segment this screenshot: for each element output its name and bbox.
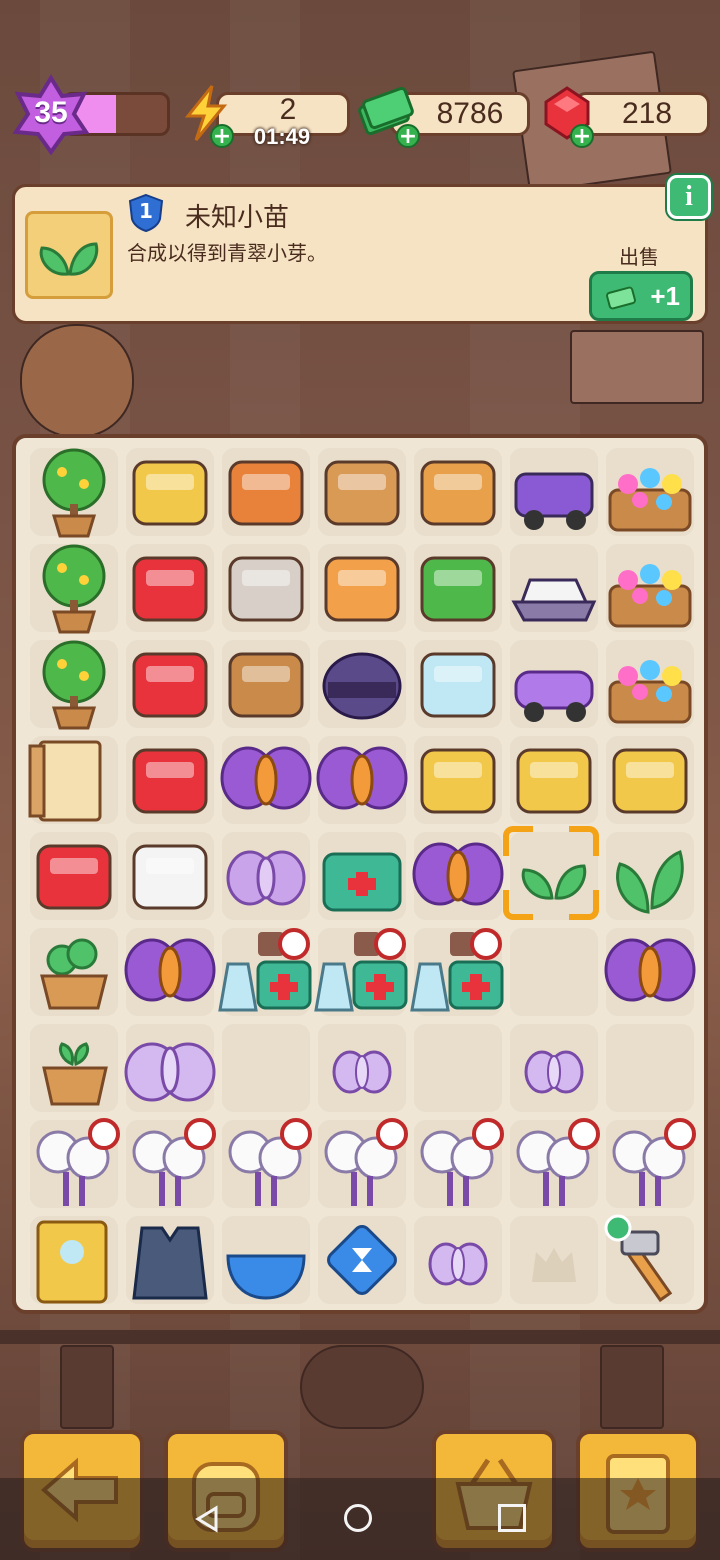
heart-jar-icon[interactable] <box>122 732 218 828</box>
sprout-icon <box>39 242 99 276</box>
fruit-tree-icon[interactable] <box>26 636 122 732</box>
soil-bag-icon[interactable] <box>218 636 314 732</box>
green-leaf-icon[interactable] <box>602 828 698 924</box>
gems-counter[interactable]: 218 <box>574 92 710 136</box>
small-lilac-moth-icon[interactable] <box>410 1212 506 1308</box>
purple-jeep-icon[interactable] <box>506 444 602 540</box>
purple-moth-icon[interactable] <box>602 924 698 1020</box>
medicine-kit-icon[interactable] <box>314 924 410 1020</box>
board-cell[interactable] <box>606 1024 694 1112</box>
medicine-kit-icon[interactable] <box>410 924 506 1020</box>
flower-cart-icon[interactable] <box>602 636 698 732</box>
system-home-icon[interactable] <box>344 1504 372 1532</box>
item-name: 未知小苗 <box>185 203 290 233</box>
fruit-tree-icon[interactable] <box>26 540 122 636</box>
potted-sprout-icon[interactable] <box>26 1020 122 1116</box>
dandelion-icon[interactable] <box>122 1116 218 1212</box>
board-cell[interactable] <box>222 1024 310 1112</box>
sell-label: 出售 <box>619 245 659 269</box>
gems-value: 218 <box>621 97 673 130</box>
selected-item-thumbnail <box>25 211 113 299</box>
wooden-cabinet-icon[interactable] <box>26 732 122 828</box>
yellow-tub-icon[interactable] <box>410 732 506 828</box>
blue-bowl-icon[interactable] <box>218 1212 314 1308</box>
small-lilac-moth-icon[interactable] <box>506 1020 602 1116</box>
hair-dryer-icon[interactable] <box>122 444 218 540</box>
item-level-number: 1 <box>139 199 153 223</box>
paw-box-icon[interactable] <box>314 540 410 636</box>
board-cell[interactable] <box>510 928 598 1016</box>
energy-timer: 01:49 <box>253 124 311 149</box>
dirty-tray-icon[interactable] <box>218 540 314 636</box>
potted-clover-icon[interactable] <box>26 924 122 1020</box>
dragon-vase-icon[interactable] <box>218 444 314 540</box>
gold-cabinet-icon[interactable] <box>26 1212 122 1308</box>
level-number: 35 <box>34 96 68 129</box>
blood-pressure-monitor-icon[interactable] <box>410 636 506 732</box>
info-button[interactable]: i <box>667 175 711 219</box>
flower-cart-icon[interactable] <box>602 444 698 540</box>
gems-add-button[interactable]: + <box>570 124 594 148</box>
red-toolbox-icon[interactable] <box>122 636 218 732</box>
item-info-panel: 1 未知小苗 合成以得到青翠小芽。 出售 +1 i <box>12 175 711 324</box>
system-recent-apps-icon[interactable] <box>498 1504 526 1532</box>
dandelion-icon[interactable] <box>26 1116 122 1212</box>
purple-car-icon[interactable] <box>506 636 602 732</box>
lilac-moth-icon[interactable] <box>218 828 314 924</box>
lilac-moth-large-icon[interactable] <box>122 1020 218 1116</box>
empty-shadow-icon[interactable] <box>506 1212 602 1308</box>
system-back-icon[interactable] <box>192 1504 222 1534</box>
wood-cart-icon[interactable] <box>410 444 506 540</box>
purple-moth-icon[interactable] <box>218 732 314 828</box>
helmet-icon[interactable] <box>314 636 410 732</box>
small-lilac-moth-icon[interactable] <box>314 1020 410 1116</box>
item-description: 合成以得到青翠小芽。 <box>127 241 327 265</box>
fruit-tree-icon[interactable] <box>26 444 122 540</box>
cash-value: 8786 <box>436 97 504 130</box>
medicine-kit-icon[interactable] <box>218 924 314 1020</box>
board-cell[interactable] <box>414 1024 502 1112</box>
cash-add-button[interactable]: + <box>396 124 420 148</box>
red-toolbox-broken-icon[interactable] <box>122 540 218 636</box>
yellow-tray-icon[interactable] <box>602 732 698 828</box>
red-tool-kit-icon[interactable] <box>122 828 218 924</box>
purple-moth-icon[interactable] <box>314 732 410 828</box>
dandelion-icon[interactable] <box>410 1116 506 1212</box>
energy-add-button[interactable]: + <box>210 124 234 148</box>
jet-ski-icon[interactable] <box>506 540 602 636</box>
dandelion-icon[interactable] <box>218 1116 314 1212</box>
dandelion-icon[interactable] <box>506 1116 602 1212</box>
red-glove-icon[interactable] <box>26 828 122 924</box>
tea-cart-icon[interactable] <box>314 444 410 540</box>
green-first-aid-kit-icon[interactable] <box>314 828 410 924</box>
sell-value: +1 <box>650 280 680 311</box>
yellow-sink-icon[interactable] <box>506 732 602 828</box>
armor-vest-icon[interactable] <box>122 1212 218 1308</box>
hammer-done-icon[interactable] <box>602 1212 698 1308</box>
cash-icon <box>606 286 636 310</box>
flower-cart-icon[interactable] <box>602 540 698 636</box>
dandelion-icon[interactable] <box>602 1116 698 1212</box>
green-planter-broken-icon[interactable] <box>410 540 506 636</box>
selection-frame <box>503 826 599 920</box>
energy-value: 2 <box>279 93 297 126</box>
sell-button[interactable]: +1 <box>589 271 693 321</box>
hourglass-gem-icon[interactable] <box>314 1212 410 1308</box>
purple-moth-icon[interactable] <box>410 828 506 924</box>
purple-moth-icon[interactable] <box>122 924 218 1020</box>
dandelion-icon[interactable] <box>314 1116 410 1212</box>
